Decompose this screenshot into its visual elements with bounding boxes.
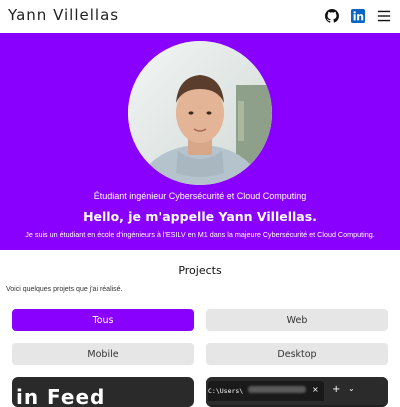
filter-desktop-button[interactable]: Desktop <box>206 343 388 365</box>
plus-icon: + <box>332 384 341 395</box>
hero-section: Étudiant ingénieur Cybersécurité et Clou… <box>0 33 400 250</box>
terminal-path: C:\Users\ <box>208 387 244 395</box>
header-icons <box>314 8 392 24</box>
close-icon: × <box>312 385 319 394</box>
filter-web-button[interactable]: Web <box>206 309 388 331</box>
filter-mobile-button[interactable]: Mobile <box>12 343 194 365</box>
projects-title: Projects <box>178 264 222 277</box>
projects-intro: Voici quelques projets que j'ai réalisé. <box>6 286 123 293</box>
project-card-1-text: in Feed <box>16 385 106 407</box>
menu-icon[interactable] <box>376 8 392 24</box>
chevron-down-icon: ⌄ <box>348 384 355 393</box>
github-icon[interactable] <box>324 8 340 24</box>
project-card-2[interactable]: C:\Users\ × + ⌄ <box>206 377 388 407</box>
hero-description: Je suis un étudiant en école d'ingénieur… <box>25 230 375 239</box>
linkedin-icon[interactable] <box>350 8 366 24</box>
filter-all-button[interactable]: Tous <box>12 309 194 331</box>
top-navbar: Yann Villellas <box>0 0 400 33</box>
hero-subtitle: Étudiant ingénieur Cybersécurité et Clou… <box>93 191 307 201</box>
project-card-1[interactable]: in Feed <box>12 377 194 407</box>
blurred-username <box>248 386 306 393</box>
site-brand[interactable]: Yann Villellas <box>8 6 119 24</box>
hero-title: Hello, je m'appelle Yann Villellas. <box>83 209 317 224</box>
profile-photo <box>128 41 272 185</box>
